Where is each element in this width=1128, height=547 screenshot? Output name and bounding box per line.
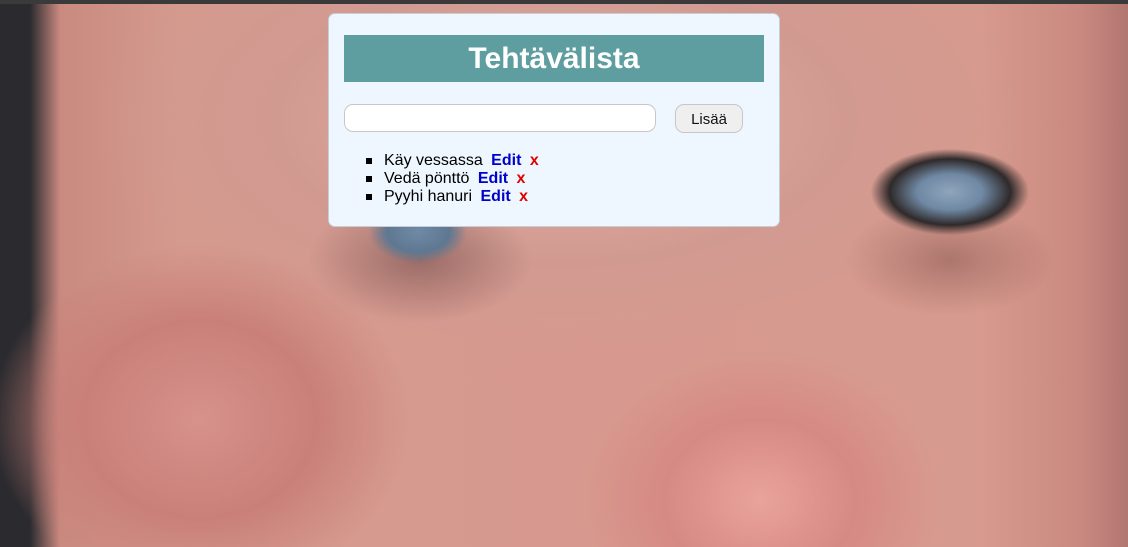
list-item: Vedä pönttö Edit x — [366, 170, 539, 188]
delete-link[interactable]: x — [517, 170, 526, 187]
edit-link[interactable]: Edit — [478, 170, 508, 187]
todo-card: Tehtävälista Lisää Käy vessassa Edit x V… — [328, 13, 780, 227]
task-text: Käy vessassa — [384, 152, 483, 169]
bullet-icon — [366, 158, 372, 164]
task-input[interactable] — [344, 104, 656, 132]
edit-link[interactable]: Edit — [491, 152, 521, 169]
window-top-edge — [0, 0, 1128, 4]
bullet-icon — [366, 176, 372, 182]
task-text: Vedä pönttö — [384, 170, 470, 187]
delete-link[interactable]: x — [530, 152, 539, 169]
list-item: Pyyhi hanuri Edit x — [366, 188, 539, 206]
bullet-icon — [366, 194, 372, 200]
task-text: Pyyhi hanuri — [384, 188, 473, 205]
page-title: Tehtävälista — [344, 35, 764, 82]
add-button[interactable]: Lisää — [675, 104, 743, 133]
edit-link[interactable]: Edit — [481, 188, 511, 205]
delete-link[interactable]: x — [519, 188, 528, 205]
list-item: Käy vessassa Edit x — [366, 152, 539, 170]
task-list: Käy vessassa Edit x Vedä pönttö Edit x P… — [366, 152, 539, 206]
